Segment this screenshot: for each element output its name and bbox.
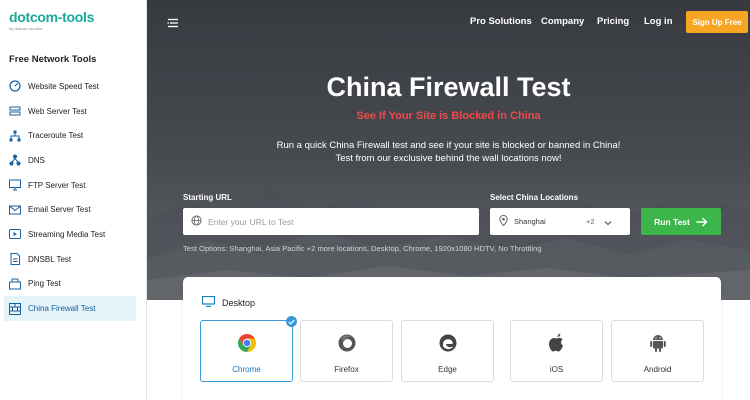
browser-label: Edge	[438, 365, 457, 374]
test-options: Test Options: Shanghai, Asia Pacific +2 …	[183, 244, 542, 253]
nav-company[interactable]: Company	[541, 16, 584, 27]
card-header: Desktop	[201, 295, 256, 309]
browser-option-ios[interactable]: iOS	[510, 320, 603, 382]
description-line: Run a quick China Firewall test and see …	[276, 140, 621, 151]
browser-label: Firefox	[334, 365, 359, 374]
page-title: China Firewall Test	[326, 72, 571, 102]
nav-pro-solutions[interactable]: Pro Solutions	[470, 16, 532, 27]
speedometer-icon	[8, 79, 22, 93]
browser-label: Chrome	[232, 365, 261, 374]
browser-label: Android	[643, 365, 672, 374]
sidebar-item-label: Website Speed Test	[28, 81, 99, 91]
page-subtitle: See If Your Site is Blocked in China	[356, 110, 541, 122]
sidebar-item-label: Traceroute Test	[28, 131, 84, 141]
browser-option-firefox[interactable]: Firefox	[300, 320, 393, 382]
sidebar-item-streaming-media-test[interactable]: Streaming Media Test	[0, 222, 147, 247]
brand-tagline: by dotcom-monitor	[9, 26, 43, 31]
url-input[interactable]	[208, 216, 458, 227]
document-icon	[8, 252, 22, 266]
dns-icon	[8, 153, 22, 167]
brand-name: dotcom-tools	[9, 9, 95, 25]
check-icon	[286, 316, 297, 327]
hamburger-menu-icon[interactable]	[167, 16, 179, 28]
run-test-button[interactable]: Run Test	[641, 208, 721, 235]
sidebar-item-label: Web Server Test	[28, 106, 87, 116]
chrome-icon	[237, 333, 257, 358]
run-test-label: Run Test	[654, 216, 690, 227]
sidebar-item-email-server-test[interactable]: Email Server Test	[0, 197, 147, 222]
sidebar-item-label: DNSBL Test	[28, 254, 72, 264]
location-extra-count: +2	[586, 217, 595, 226]
arrow-right-icon	[696, 217, 708, 226]
logo[interactable]: dotcom-tools by dotcom-monitor	[9, 9, 94, 31]
url-label: Starting URL	[183, 193, 232, 202]
sidebar-item-website-speed-test[interactable]: Website Speed Test	[0, 74, 147, 99]
location-value: Shanghai	[514, 217, 546, 226]
browser-option-android[interactable]: Android	[611, 320, 704, 382]
nav-log-in[interactable]: Log in	[644, 16, 673, 27]
desktop-icon	[201, 295, 216, 309]
browser-label: iOS	[549, 365, 564, 374]
sidebar-item-ftp-server-test[interactable]: FTP Server Test	[0, 173, 147, 198]
sidebar-item-dnsbl-test[interactable]: DNSBL Test	[0, 247, 147, 272]
sidebar-item-label: Streaming Media Test	[28, 229, 106, 239]
sidebar-item-label: Email Server Test	[28, 205, 91, 215]
sidebar-item-ping-test[interactable]: Ping Test	[0, 272, 147, 297]
sidebar-title: Free Network Tools	[9, 54, 97, 65]
nav-pricing[interactable]: Pricing	[597, 16, 629, 27]
sidebar-list: Website Speed Test Web Server Test Trace…	[0, 74, 147, 321]
browser-option-chrome[interactable]: Chrome	[200, 316, 297, 382]
chevron-down-icon	[604, 213, 612, 231]
sidebar: dotcom-tools by dotcom-monitor Free Netw…	[0, 0, 147, 400]
server-icon	[8, 104, 22, 118]
sidebar-item-traceroute-test[interactable]: Traceroute Test	[0, 123, 147, 148]
edge-icon	[438, 333, 458, 358]
network-tree-icon	[8, 129, 22, 143]
monitor-icon	[8, 178, 22, 192]
sidebar-item-label: FTP Server Test	[28, 180, 86, 190]
firewall-icon	[8, 302, 22, 316]
ping-icon	[8, 277, 22, 291]
sidebar-item-label: China Firewall Test	[28, 304, 96, 314]
email-icon	[8, 203, 22, 217]
card-title: Desktop	[222, 297, 256, 308]
page-description: Run a quick China Firewall test and see …	[147, 139, 750, 165]
device-selection-card: Desktop Chrome Firefox Edge iOS Android	[183, 277, 721, 400]
globe-icon	[191, 213, 202, 231]
sidebar-item-china-firewall-test[interactable]: China Firewall Test	[4, 296, 136, 321]
sidebar-item-web-server-test[interactable]: Web Server Test	[0, 99, 147, 124]
play-icon	[8, 227, 22, 241]
android-icon	[649, 333, 667, 358]
description-line: Test from our exclusive behind the wall …	[335, 153, 562, 164]
location-label: Select China Locations	[490, 193, 579, 202]
url-field[interactable]	[183, 208, 479, 235]
sidebar-item-label: DNS	[28, 155, 45, 165]
browser-option-edge[interactable]: Edge	[401, 320, 494, 382]
sign-up-button[interactable]: Sign Up Free	[686, 11, 748, 33]
sidebar-item-dns[interactable]: DNS	[0, 148, 147, 173]
location-select[interactable]: Shanghai +2	[490, 208, 630, 235]
sidebar-item-label: Ping Test	[28, 279, 61, 289]
map-pin-icon	[499, 213, 508, 231]
firefox-icon	[337, 333, 357, 358]
apple-icon	[548, 333, 566, 358]
